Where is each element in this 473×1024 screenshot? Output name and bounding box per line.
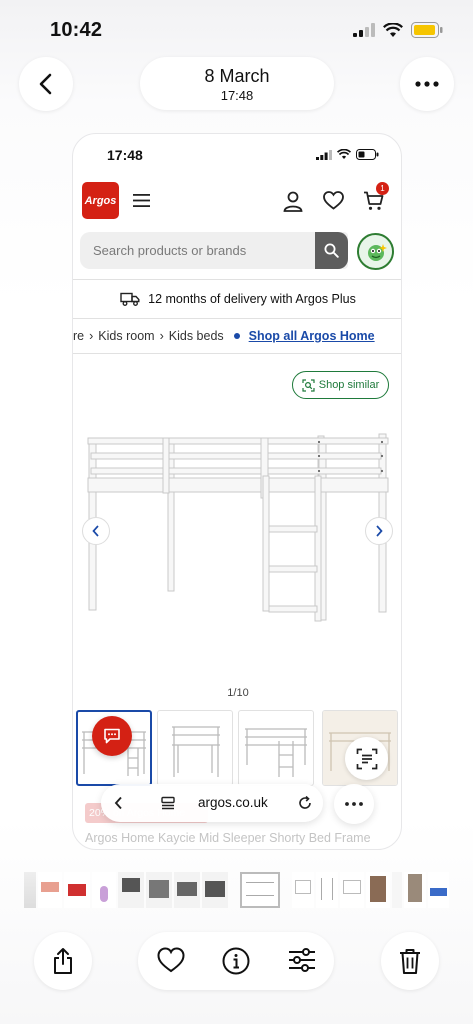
url-text: argos.co.uk (198, 795, 268, 810)
divider (73, 318, 401, 319)
info-icon[interactable] (222, 947, 250, 975)
filmstrip-thumbnail[interactable] (64, 872, 90, 908)
action-pill (138, 932, 334, 990)
live-text-button[interactable] (345, 737, 388, 780)
bullet-dot (233, 333, 240, 339)
inner-status-icons (316, 149, 379, 160)
menu-icon[interactable] (133, 194, 150, 207)
filmstrip-thumbnail[interactable] (366, 872, 390, 908)
filmstrip-thumbnail[interactable] (38, 872, 62, 908)
wifi-icon (337, 149, 351, 160)
chevron-right-icon: › (159, 329, 164, 343)
ellipsis-icon (345, 802, 363, 806)
breadcrumb-item[interactable]: Kids beds (169, 329, 224, 343)
filmstrip-thumbnail[interactable] (174, 872, 200, 908)
search-icon (324, 243, 339, 258)
product-image[interactable] (83, 426, 393, 631)
filmstrip-thumbnail[interactable] (316, 872, 338, 908)
search-button[interactable] (315, 232, 348, 269)
share-button[interactable] (34, 932, 92, 990)
photo-filmstrip[interactable] (24, 872, 449, 908)
filmstrip-thumbnail[interactable] (146, 872, 172, 908)
account-icon[interactable] (283, 191, 303, 212)
signal-icon (353, 23, 375, 37)
chevron-left-icon[interactable] (114, 796, 123, 810)
page-menu-icon[interactable] (161, 796, 175, 810)
search-input[interactable]: Search products or brands (80, 232, 348, 269)
thumbnail-3[interactable] (238, 710, 314, 786)
heart-icon[interactable] (323, 191, 344, 210)
filmstrip-thumbnail[interactable] (292, 872, 314, 908)
chat-button[interactable] (92, 716, 132, 756)
filmstrip-thumbnail[interactable] (24, 872, 36, 908)
chevron-left-icon (92, 525, 99, 537)
share-icon (54, 948, 72, 974)
thumbnail-2[interactable] (157, 710, 233, 786)
trash-icon (400, 949, 420, 974)
status-time: 10:42 (50, 19, 103, 41)
delivery-text: 12 months of delivery with Argos Plus (148, 292, 356, 306)
screenshot-preview[interactable]: 17:48 Argos 1 Search products or brands … (72, 133, 402, 850)
signal-icon (316, 149, 332, 160)
adjust-icon[interactable] (288, 947, 316, 973)
bed-thumbnail-image (172, 726, 220, 777)
chat-icon (104, 728, 120, 744)
shop-similar-button[interactable]: Shop similar (292, 371, 389, 399)
shop-similar-label: Shop similar (318, 379, 380, 391)
visual-search-icon (302, 378, 315, 392)
chevron-left-icon (39, 73, 52, 95)
divider (73, 353, 401, 354)
filmstrip-thumbnail[interactable] (92, 872, 116, 908)
filmstrip-thumbnail-current[interactable] (240, 872, 280, 908)
time-label: 17:48 (220, 88, 254, 103)
argos-logo[interactable]: Argos (82, 182, 119, 219)
status-icons (353, 22, 443, 38)
chevron-right-icon (376, 525, 383, 537)
battery-icon (411, 22, 443, 38)
previous-image-button[interactable] (82, 517, 110, 545)
browser-more-button[interactable] (334, 784, 374, 824)
ellipsis-icon (415, 81, 439, 87)
chevron-right-icon: › (89, 329, 94, 343)
battery-icon (356, 149, 379, 160)
divider (73, 279, 401, 280)
filmstrip-thumbnail[interactable] (340, 872, 364, 908)
avatar[interactable] (357, 233, 394, 270)
url-bar[interactable]: argos.co.uk (101, 784, 323, 822)
cart-count-badge: 1 (376, 182, 389, 195)
image-counter: 1/10 (227, 687, 249, 699)
reload-icon[interactable] (297, 795, 313, 811)
filmstrip-thumbnail[interactable] (428, 872, 449, 908)
screenshot-viewer: 10:42 8 March 17:48 17:48 Argos 1 Search… (0, 0, 473, 1024)
live-text-icon (356, 748, 377, 769)
breadcrumb-item[interactable]: Kids room (98, 329, 154, 343)
heart-icon[interactable] (157, 947, 185, 973)
delivery-banner[interactable]: 12 months of delivery with Argos Plus (73, 284, 401, 314)
more-options-button[interactable] (400, 57, 454, 111)
van-icon (120, 292, 140, 306)
wifi-icon (383, 22, 403, 37)
date-pill: 8 March 17:48 (140, 57, 334, 110)
next-image-button[interactable] (365, 517, 393, 545)
filmstrip-thumbnail[interactable] (392, 872, 402, 908)
date-label: 8 March (204, 66, 270, 86)
breadcrumb-item[interactable]: re (73, 329, 84, 343)
breadcrumb: re › Kids room › Kids beds Shop all Argo… (73, 324, 401, 348)
shop-all-link[interactable]: Shop all Argos Home (249, 329, 375, 343)
inner-status-time: 17:48 (107, 147, 143, 163)
product-title: Argos Home Kaycie Mid Sleeper Shorty Bed… (85, 831, 371, 845)
filmstrip-thumbnail[interactable] (404, 872, 426, 908)
bed-thumbnail-image (245, 728, 307, 777)
filmstrip-thumbnail[interactable] (202, 872, 228, 908)
delete-button[interactable] (381, 932, 439, 990)
mascot-icon (367, 243, 387, 261)
back-button[interactable] (19, 57, 73, 111)
filmstrip-thumbnail[interactable] (118, 872, 144, 908)
